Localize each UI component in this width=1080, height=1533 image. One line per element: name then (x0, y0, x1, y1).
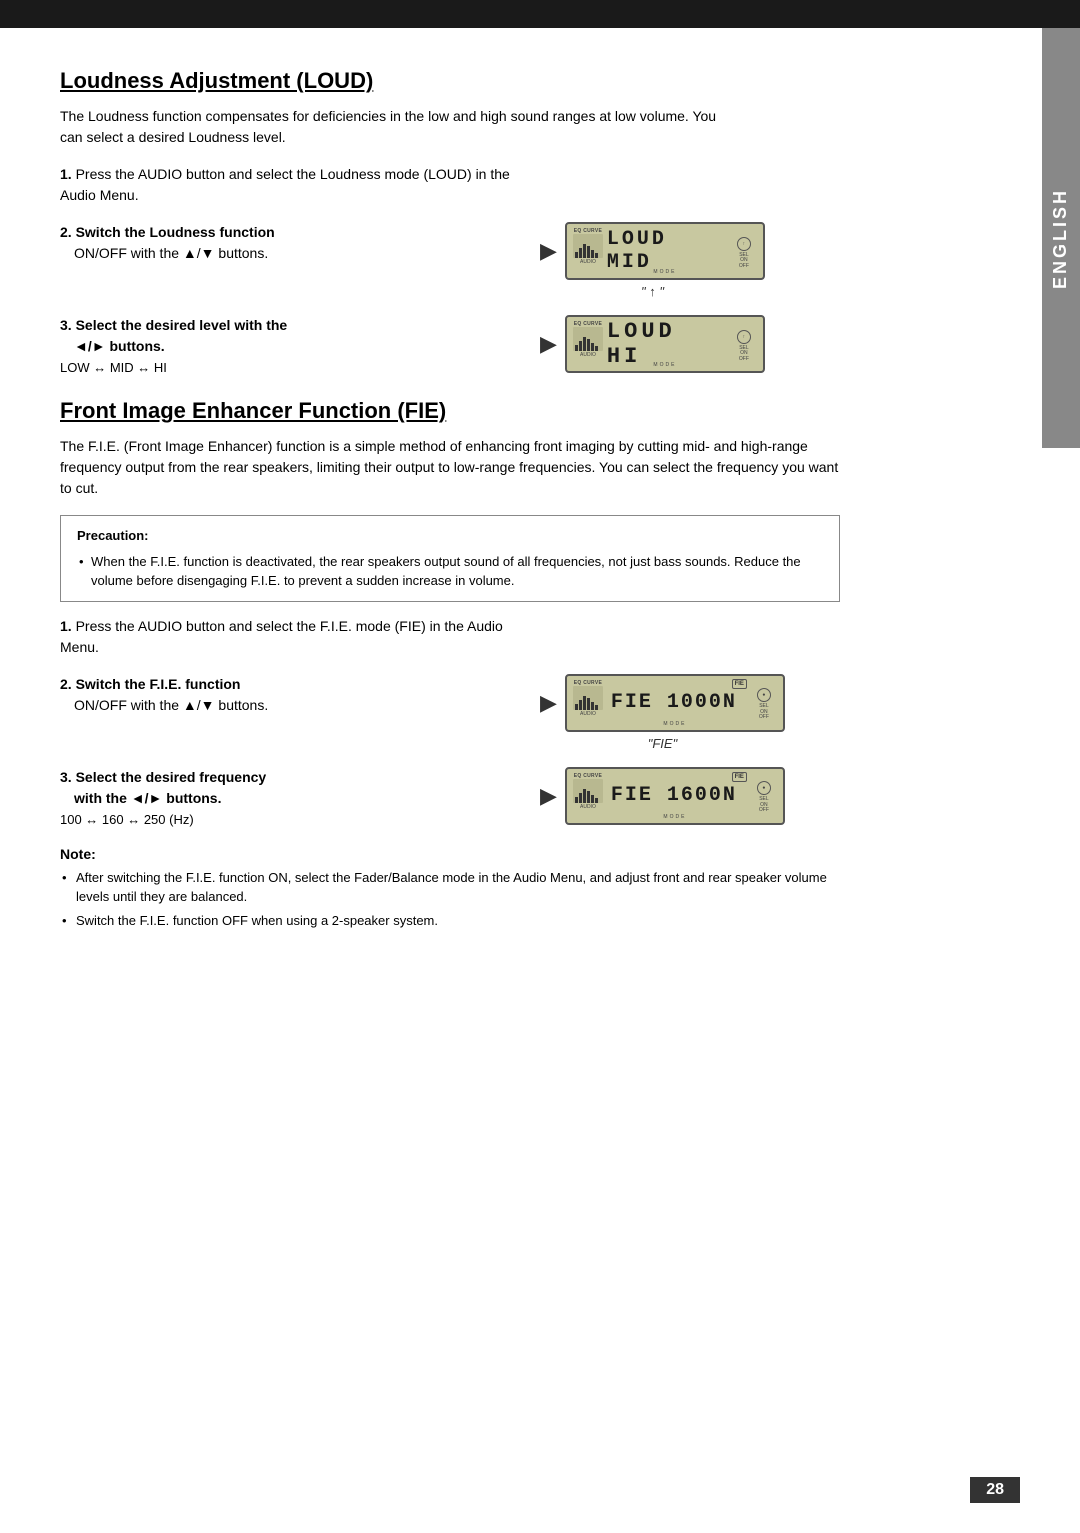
fie-badge: FIE (732, 679, 747, 689)
loud-step1-text: 1. Press the AUDIO button and select the… (60, 164, 520, 206)
page-number: 28 (970, 1477, 1020, 1503)
side-tab-label: ENGLISH (1050, 188, 1070, 289)
fie-step2-normal: ON/OFF with the ▲/▼ buttons. (74, 697, 268, 713)
knob-icon-3: ● (757, 688, 771, 702)
precaution-item-1: When the F.I.E. function is deactivated,… (77, 552, 823, 591)
fie-step2-number: 2. (60, 676, 72, 692)
fie-1000n-lcd: EQ CURVE AUDIO FIE 1000 (565, 674, 785, 732)
mode-label-4: MODE (603, 814, 747, 820)
loud-step3-number: 3. (60, 317, 72, 333)
fie-step2-text: 2. Switch the F.I.E. function ON/OFF wit… (60, 674, 520, 716)
knob-icon-4: ● (757, 781, 771, 795)
arrow-icon-3: ▶ (540, 690, 557, 716)
knob-icon: ↑ (737, 237, 751, 251)
fie-section-title: Front Image Enhancer Function (FIE) (60, 398, 960, 424)
loud-step2-display-row: ▶ EQ CURVE (540, 222, 765, 280)
fie-step1-number: 1. (60, 618, 72, 634)
loud-step2-display: ▶ EQ CURVE (540, 222, 765, 299)
fie-step3-bold: Select the desired frequency (76, 769, 267, 785)
precaution-title: Precaution: (77, 526, 823, 546)
loud-levels: LOW ↔ MID ↔ HI (60, 360, 167, 375)
loud-step2-normal: ON/OFF with the ▲/▼ buttons. (74, 245, 268, 261)
note-section: Note: After switching the F.I.E. functio… (60, 846, 840, 931)
note-title: Note: (60, 846, 840, 862)
loud-step3-normal: ◄/► buttons. (74, 338, 165, 354)
fie-description: The F.I.E. (Front Image Enhancer) functi… (60, 436, 840, 499)
fie-step1: 1. Press the AUDIO button and select the… (60, 616, 960, 658)
fie-step3-normal: with the ◄/► buttons. (74, 790, 221, 806)
loud-step1-content: Press the AUDIO button and select the Lo… (60, 166, 510, 203)
eq-curve-graphic-2 (573, 327, 603, 351)
eq-curve-graphic-4 (573, 779, 603, 803)
loud-step3: 3. Select the desired level with the ◄/►… (60, 315, 960, 378)
main-content: Loudness Adjustment (LOUD) The Loudness … (0, 28, 1020, 974)
loud-step3-text: 3. Select the desired level with the ◄/►… (60, 315, 520, 378)
loud-step2: 2. Switch the Loudness function ON/OFF w… (60, 222, 960, 299)
english-tab: ENGLISH (1042, 28, 1080, 448)
knob-icon-2: ↑ (737, 330, 751, 344)
sel-label-2: SELONOFF (739, 346, 749, 363)
loud-step2-number: 2. (60, 224, 72, 240)
sel-label: SELONOFF (739, 253, 749, 270)
sel-label-4: SELONOFF (759, 797, 769, 814)
loud-step2-bold: Switch the Loudness function (76, 224, 275, 240)
loud-step1-number: 1. (60, 166, 72, 182)
fie-1000n-text: FIE 1000N (611, 691, 737, 714)
loud-step1: 1. Press the AUDIO button and select the… (60, 164, 960, 206)
fie-step3-number: 3. (60, 769, 72, 785)
loud-step3-display: ▶ EQ CURVE AUDIO (540, 315, 765, 373)
fie-badge-2: FIE (732, 772, 747, 782)
note-item-1: After switching the F.I.E. function ON, … (60, 868, 840, 907)
loud-step2-text: 2. Switch the Loudness function ON/OFF w… (60, 222, 520, 264)
fie-step3-text: 3. Select the desired frequency with the… (60, 767, 520, 830)
eq-curve-graphic-3 (573, 686, 603, 710)
loud-step3-bold: Select the desired level with the (76, 317, 288, 333)
arrow-icon: ▶ (540, 238, 557, 264)
loud-description: The Loudness function compensates for de… (60, 106, 740, 148)
fie-step2-caption: "FIE" (648, 736, 677, 751)
arrow-icon-2: ▶ (540, 331, 557, 357)
audio-label: AUDIO (580, 259, 596, 265)
sel-label-3: SELONOFF (759, 704, 769, 721)
precaution-box: Precaution: When the F.I.E. function is … (60, 515, 840, 602)
eq-curve-graphic (573, 234, 603, 258)
fie-step1-text: 1. Press the AUDIO button and select the… (60, 616, 520, 658)
audio-label-4: AUDIO (580, 804, 596, 810)
mode-label-3: MODE (603, 721, 747, 727)
fie-step2-bold: Switch the F.I.E. function (76, 676, 241, 692)
audio-label-3: AUDIO (580, 711, 596, 717)
fie-step2-display: ▶ EQ CURVE AUDIO (540, 674, 785, 751)
mode-label: MODE (603, 269, 727, 275)
fie-step2-display-row: ▶ EQ CURVE AUDIO (540, 674, 785, 732)
mode-label-2: MODE (603, 362, 727, 368)
loud-section-title: Loudness Adjustment (LOUD) (60, 68, 960, 94)
arrow-icon-4: ▶ (540, 783, 557, 809)
fie-step3-display: ▶ EQ CURVE AUDIO (540, 767, 785, 825)
top-bar (0, 0, 1080, 28)
loud-mid-text: LOUD MID (607, 228, 725, 274)
audio-label-2: AUDIO (580, 352, 596, 358)
fie-step3: 3. Select the desired frequency with the… (60, 767, 960, 830)
fie-step1-content: Press the AUDIO button and select the F.… (60, 618, 503, 655)
fie-levels: 100 ↔ 160 ↔ 250 (Hz) (60, 812, 194, 827)
fie-step3-display-row: ▶ EQ CURVE AUDIO (540, 767, 785, 825)
fie-1600n-text: FIE 1600N (611, 784, 737, 807)
loud-step3-display-row: ▶ EQ CURVE AUDIO (540, 315, 765, 373)
note-item-2: Switch the F.I.E. function OFF when usin… (60, 911, 840, 931)
loud-hi-lcd: EQ CURVE AUDIO LOUD HI (565, 315, 765, 373)
fie-1600n-lcd: EQ CURVE AUDIO FIE 1600 (565, 767, 785, 825)
loud-mid-caption: " ↑ " (641, 284, 664, 299)
loud-mid-lcd: EQ CURVE AUDIO (565, 222, 765, 280)
fie-step2: 2. Switch the F.I.E. function ON/OFF wit… (60, 674, 960, 751)
